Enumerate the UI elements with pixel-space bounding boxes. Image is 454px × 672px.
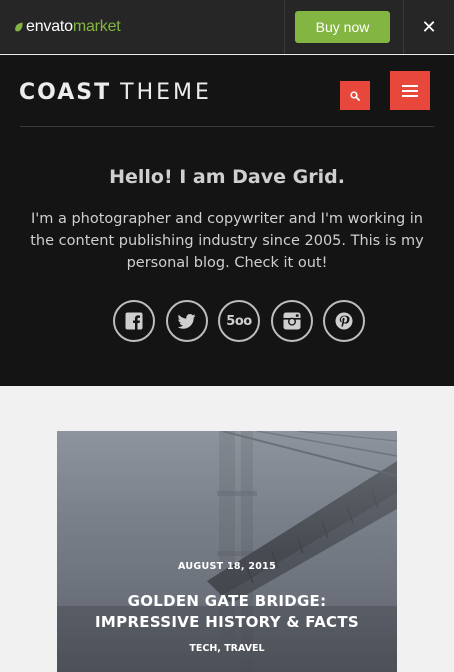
hamburger-menu-icon — [402, 84, 418, 97]
logo-bold-text: COAST — [19, 79, 112, 105]
category-link-travel[interactable]: TRAVEL — [224, 643, 264, 654]
instagram-icon — [283, 312, 300, 330]
intro-greeting: Hello! I am Dave Grid. — [109, 166, 345, 188]
envato-market-logo[interactable]: envato market — [14, 17, 121, 37]
close-icon[interactable]: ✕ — [416, 14, 442, 40]
logo-envato-text: envato — [26, 18, 73, 35]
twitter-icon — [177, 313, 196, 329]
intro-bio: I'm a photographer and copywriter and I'… — [30, 211, 424, 271]
site-logo[interactable]: COAST THEME — [19, 79, 212, 105]
search-button[interactable] — [340, 81, 370, 110]
twitter-link[interactable] — [165, 300, 208, 342]
featured-post-card[interactable]: AUGUST 18, 2015 GOLDEN GATE BRIDGE: IMPR… — [57, 431, 397, 672]
site-header: COAST THEME Hello! I am Dave Grid. I'm a… — [0, 55, 454, 386]
category-link-tech[interactable]: TECH — [189, 643, 217, 654]
500px-icon: 5oo — [226, 313, 252, 329]
facebook-link[interactable] — [113, 300, 155, 342]
leaf-icon — [15, 22, 23, 32]
bridge-photo — [57, 431, 397, 672]
bar-divider — [403, 0, 404, 54]
pinterest-icon — [335, 312, 353, 330]
post-title[interactable]: GOLDEN GATE BRIDGE: IMPRESSIVE HISTORY &… — [77, 591, 377, 633]
search-icon — [350, 90, 360, 101]
facebook-icon — [125, 312, 143, 330]
post-categories: TECH, TRAVEL — [57, 643, 397, 654]
instagram-link[interactable] — [270, 300, 313, 342]
buy-now-button[interactable]: Buy now — [295, 11, 390, 43]
envato-market-bar: envato market Buy now ✕ — [0, 0, 454, 54]
logo-market-text: market — [72, 18, 121, 35]
bar-divider — [284, 0, 285, 54]
header-divider — [20, 126, 434, 127]
500px-link[interactable]: 5oo — [218, 300, 260, 342]
pinterest-link[interactable] — [323, 300, 365, 342]
logo-light-text: THEME — [120, 79, 212, 105]
social-links: 5oo — [113, 300, 365, 342]
post-date: AUGUST 18, 2015 — [178, 561, 276, 572]
menu-button[interactable] — [390, 71, 430, 110]
